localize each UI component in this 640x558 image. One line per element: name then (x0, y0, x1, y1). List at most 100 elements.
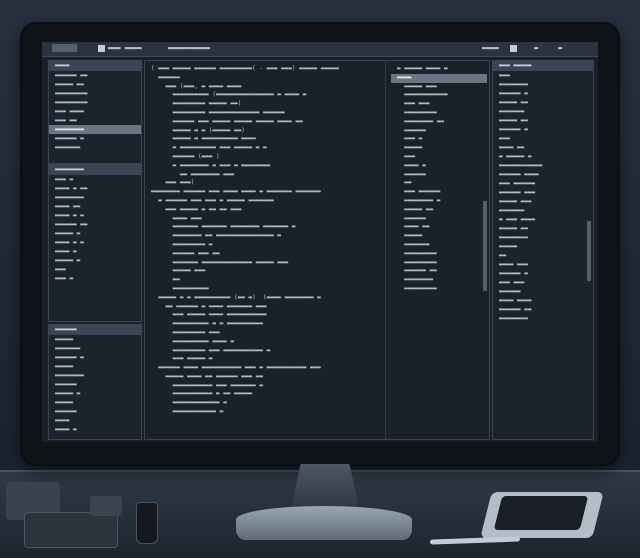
file-item[interactable]: ▬▬▬▬ (49, 416, 141, 425)
property-item[interactable]: ▬▬▬▬▬▬▬▬ (493, 233, 593, 242)
code-line: ▬▬▬▬▬ ▬▬▬ (397, 82, 437, 90)
property-item[interactable]: ▬▬▬▬▬▬ ▬ (493, 269, 593, 278)
explorer-item[interactable]: ▬▬▬ ▬▬▬▬ (49, 107, 141, 116)
property-item[interactable]: ▬▬▬▬▬▬ ▬ (493, 125, 593, 134)
property-item[interactable]: ▬▬▬ (493, 134, 593, 143)
property-item[interactable]: ▬▬▬▬▬▬ ▬ (493, 89, 593, 98)
explorer-item[interactable]: ▬▬▬▬▬▬▬▬▬ (49, 98, 141, 107)
file-item[interactable]: ▬▬▬▬▬▬ (49, 407, 141, 416)
code-line: ▬▬▬▬▬ ▬▬▬ (151, 267, 206, 275)
property-item[interactable]: ▬▬▬▬▬▬▬▬ (493, 80, 593, 89)
menu-item-1[interactable]: ▬▬▬▬▬▬ (52, 44, 78, 52)
code-line: ▬▬▬▬▬▬▬▬▬▬▬ ▬▬▬ ▬▬▬▬▬▬▬ ▬ (151, 381, 263, 389)
property-item[interactable]: ▬▬▬▬▬ ▬▬ (493, 116, 593, 125)
file-item[interactable]: ▬▬▬▬▬▬ ▬ (49, 353, 141, 362)
property-item[interactable]: ▬▬ (493, 251, 593, 260)
code-line: ▬▬▬▬▬▬ (▬▬▬ ) (151, 152, 220, 160)
window-icon (98, 45, 105, 52)
property-item[interactable]: ▬▬▬▬▬▬ (493, 287, 593, 296)
code-line: ▬▬ (397, 179, 412, 187)
property-item[interactable]: ▬▬▬ ▬▬▬ (493, 278, 593, 287)
explorer-item[interactable]: ▬▬▬▬▬▬ ▬ (49, 134, 141, 143)
property-item[interactable]: ▬▬▬▬▬ ▬▬ (493, 224, 593, 233)
property-item[interactable]: ▬▬▬ ▬▬▬▬▬▬ (493, 179, 593, 188)
outline-item[interactable]: ▬▬▬▬▬ ▬ (49, 229, 141, 238)
property-item[interactable]: ▬▬▬▬▬▬▬▬ (493, 314, 593, 323)
explorer-item[interactable]: ▬▬▬▬▬ ▬▬ (49, 80, 141, 89)
code-line: ▬▬▬▬ ▬▬▬ (151, 214, 202, 222)
explorer-item[interactable]: ▬▬▬▬▬▬ ▬▬ (49, 71, 141, 80)
outline-title: ▬▬▬▬▬▬▬▬ (49, 165, 141, 175)
outline-item[interactable]: ▬▬▬▬ ▬ (49, 247, 141, 256)
outline-item[interactable]: ▬▬▬▬▬ ▬ (49, 256, 141, 265)
code-line: ▬▬▬ ▬▬▬) (151, 179, 195, 187)
file-item[interactable]: ▬▬▬▬▬▬ (49, 380, 141, 389)
properties-scrollbar[interactable] (587, 221, 591, 281)
property-item[interactable]: ▬▬▬ (493, 71, 593, 80)
property-item[interactable]: ▬▬▬▬ ▬▬▬ (493, 260, 593, 269)
explorer-item[interactable]: ▬▬▬ ▬▬ (49, 116, 141, 125)
outline-item[interactable]: ▬▬▬ ▬ (49, 274, 141, 283)
menu-right-1[interactable]: ▬▬▬▬ (482, 44, 499, 52)
property-item[interactable]: ▬▬▬▬ ▬▬▬▬ (493, 296, 593, 305)
property-item[interactable]: ▬▬▬▬▬▬▬ (493, 206, 593, 215)
code-line: ▬▬▬▬▬▬▬▬ (397, 276, 434, 284)
file-item[interactable]: ▬▬▬▬▬▬▬ (49, 344, 141, 353)
files-list: ▬▬▬▬▬ ▬▬▬▬▬▬▬ ▬▬▬▬▬▬ ▬ ▬▬▬▬▬ ▬▬▬▬▬▬▬▬ ▬▬▬▬▬▬ ▬… (49, 335, 141, 434)
file-item[interactable]: ▬▬▬▬▬ (49, 335, 141, 344)
code-line: ▬▬▬▬▬▬▬▬▬▬▬▬▬ ▬ (151, 399, 227, 407)
tablet-screen (493, 496, 589, 530)
explorer-item[interactable]: ▬▬▬▬▬▬▬▬ (49, 125, 141, 134)
property-item[interactable]: ▬▬▬▬▬▬▬ (493, 107, 593, 116)
code-line: ▬▬▬▬▬▬ ▬▬ (397, 267, 437, 275)
file-item[interactable]: ▬▬▬▬▬ ▬ (49, 389, 141, 398)
property-item[interactable]: ▬▬▬▬▬▬ ▬▬▬▬ (493, 170, 593, 179)
outline-item[interactable]: ▬▬▬▬ ▬ ▬▬ (49, 184, 141, 193)
outline-item[interactable]: ▬▬▬ ▬ (49, 175, 141, 184)
property-item[interactable]: ▬▬▬▬ ▬▬ (493, 143, 593, 152)
code-line: ▬▬▬▬▬▬▬▬▬▬ ▬▬▬▬ ▬ (151, 337, 235, 345)
explorer-list: ▬▬▬▬▬▬ ▬▬ ▬▬▬▬▬ ▬▬ ▬▬▬▬▬▬▬▬▬ ▬▬▬▬▬▬▬▬▬ ▬▬▬ ▬… (49, 71, 141, 152)
property-item[interactable]: ▬▬▬▬▬ (493, 242, 593, 251)
code-line: ▬▬▬▬ ▬▬ (397, 223, 430, 231)
editor-scrollbar[interactable] (483, 201, 487, 291)
property-item[interactable]: ▬ ▬▬▬▬▬ ▬ (493, 152, 593, 161)
minimap-code: ▬ ▬▬▬▬▬ ▬▬▬▬ ▬ ▬▬▬▬ ▬▬▬▬▬ ▬▬▬ ▬▬▬▬▬▬▬▬▬▬▬… (391, 65, 487, 294)
outline-item[interactable]: ▬▬▬ (49, 265, 141, 274)
code-line: ▬▬▬▬▬▬▬▬ ▬ (397, 196, 441, 204)
explorer-item[interactable]: ▬▬▬▬▬▬▬ (49, 143, 141, 152)
code-line: ▬▬▬▬▬ ▬ ▬▬▬▬▬▬▬▬▬▬ ▬▬▬▬ (151, 135, 256, 143)
menu-item-2[interactable]: ▬▬▬ ▬▬▬▬ (108, 44, 142, 52)
code-line: ▬▬▬ (▬▬▬, ▬ ▬▬▬▬ ▬▬▬▬ (151, 82, 242, 90)
files-title: ▬▬▬▬▬▬ (49, 325, 141, 335)
code-line: ▬▬▬▬▬▬▬▬▬ ▬ (151, 240, 213, 248)
monitor: ▬▬▬▬▬▬ ▬▬▬ ▬▬▬▬ ▬▬▬▬▬▬▬▬▬▬ ▬▬▬▬ ▬ ▬ ▬▬▬▬… (22, 24, 618, 464)
square-icon[interactable] (510, 45, 517, 52)
file-item[interactable]: ▬▬▬▬▬▬▬▬ (49, 371, 141, 380)
property-item[interactable]: ▬▬▬▬▬ ▬▬▬ (493, 197, 593, 206)
menu-right-3[interactable]: ▬ (558, 44, 562, 52)
outline-item[interactable]: ▬▬▬▬▬▬▬▬ (49, 193, 141, 202)
code-line: ▬▬▬▬▬▬▬▬▬ (397, 249, 437, 257)
menu-item-3[interactable]: ▬▬▬▬▬▬▬▬▬▬ (168, 44, 210, 52)
property-item[interactable]: ▬▬▬▬▬▬▬▬▬▬▬▬ (493, 161, 593, 170)
file-item[interactable]: ▬▬▬▬ ▬ (49, 425, 141, 434)
property-item[interactable]: ▬▬▬▬▬▬ ▬▬ (493, 305, 593, 314)
file-item[interactable]: ▬▬▬▬▬ (49, 398, 141, 407)
code-editor[interactable]: ( ▬▬▬ ▬▬▬▬▬ ▬▬▬▬▬▬ ▬▬▬▬▬▬▬▬▬( - ▬▬▬ ▬▬▬)… (144, 60, 490, 440)
property-item[interactable]: ▬▬▬▬▬▬ ▬▬▬ (493, 188, 593, 197)
outline-item[interactable]: ▬▬▬▬ ▬▬ (49, 202, 141, 211)
code-line: ▬▬▬▬▬▬▬▬▬ (397, 258, 437, 266)
file-item[interactable]: ▬▬▬▬▬ (49, 362, 141, 371)
outline-item[interactable]: ▬▬▬▬ ▬ ▬ (49, 211, 141, 220)
property-item[interactable]: ▬▬▬▬▬ ▬▬ (493, 98, 593, 107)
code-line: ▬▬▬▬▬▬▬▬▬▬ (▬▬▬▬▬▬▬▬▬▬▬▬▬▬▬▬ ▬ ▬▬▬▬ ▬ (151, 91, 307, 99)
explorer-item[interactable]: ▬▬▬▬▬▬▬▬▬ (49, 89, 141, 98)
outline-item[interactable]: ▬▬▬▬ ▬ ▬ (49, 238, 141, 247)
code-line: ▬▬▬ ▬ (397, 135, 423, 143)
outline-item[interactable]: ▬▬▬▬▬▬ ▬▬ (49, 220, 141, 229)
menu-right-2[interactable]: ▬ (534, 44, 538, 52)
property-item[interactable]: ▬ ▬▬▬ ▬▬▬▬ (493, 215, 593, 224)
code-line: ▬▬▬▬▬▬ ▬▬▬ ▬▬ (151, 249, 220, 257)
code-line: ▬▬▬▬▬▬ (151, 73, 180, 81)
